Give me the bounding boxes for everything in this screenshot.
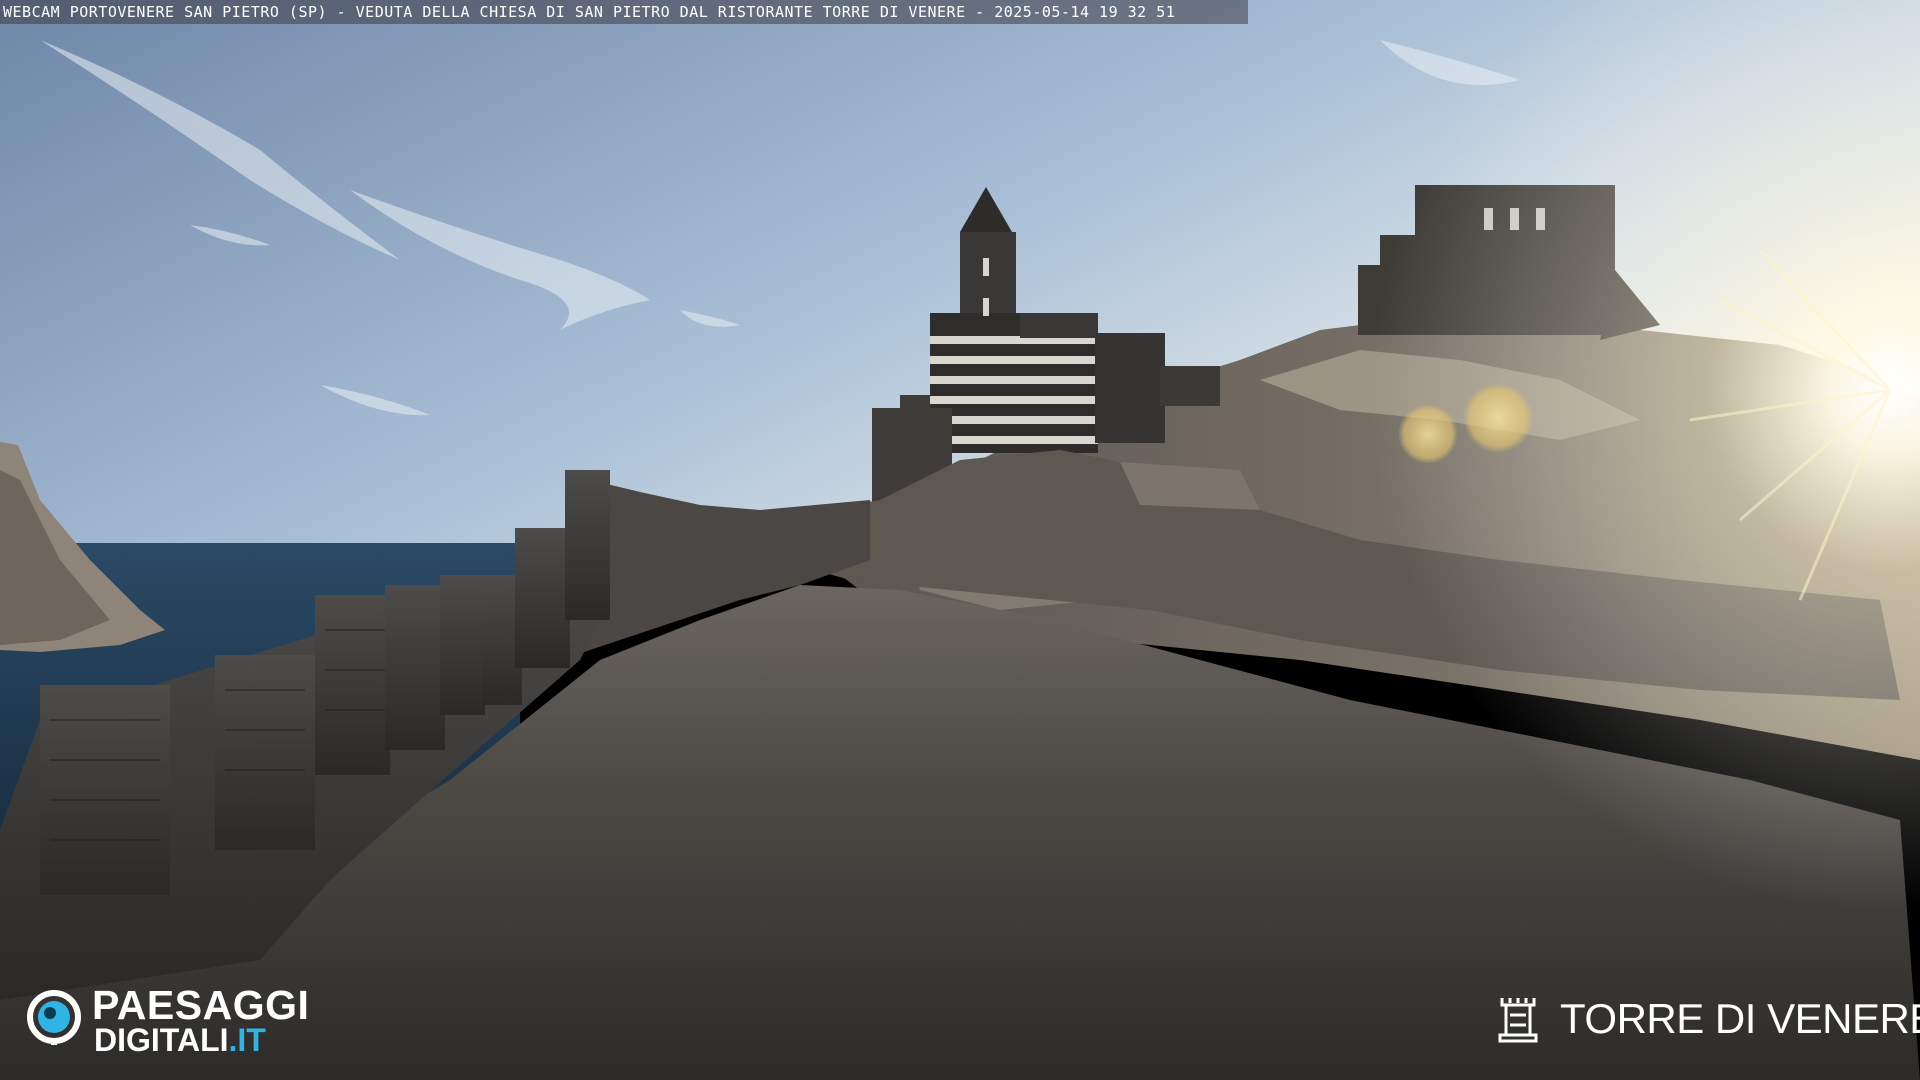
logo-line2-suffix: .IT: [228, 1022, 266, 1058]
caption-bar: WEBCAM PORTOVENERE SAN PIETRO (SP) - VED…: [0, 0, 1248, 24]
caption-text: WEBCAM PORTOVENERE SAN PIETRO (SP) - VED…: [3, 3, 1176, 21]
logo-line2: DIGITALI.IT: [94, 1023, 266, 1057]
torre-di-venere-text: TORRE DI VENERE: [1560, 995, 1920, 1042]
tower-icon: [1498, 998, 1538, 1043]
webcam-scene: [0, 0, 1920, 1080]
lens-flare-1: [1398, 404, 1458, 464]
logo-line2-main: DIGITALI: [94, 1022, 229, 1058]
logo-line1: PAESAGGI: [92, 982, 310, 1028]
lens-flare-2: [1463, 383, 1533, 453]
torre-di-venere-logo: TORRE DI VENERE: [1496, 993, 1920, 1049]
sun-glow: [1200, 0, 1920, 1080]
paesaggi-digitali-logo: PAESAGGI DIGITALI.IT: [26, 982, 336, 1057]
camera-eye-icon: [27, 990, 81, 1045]
